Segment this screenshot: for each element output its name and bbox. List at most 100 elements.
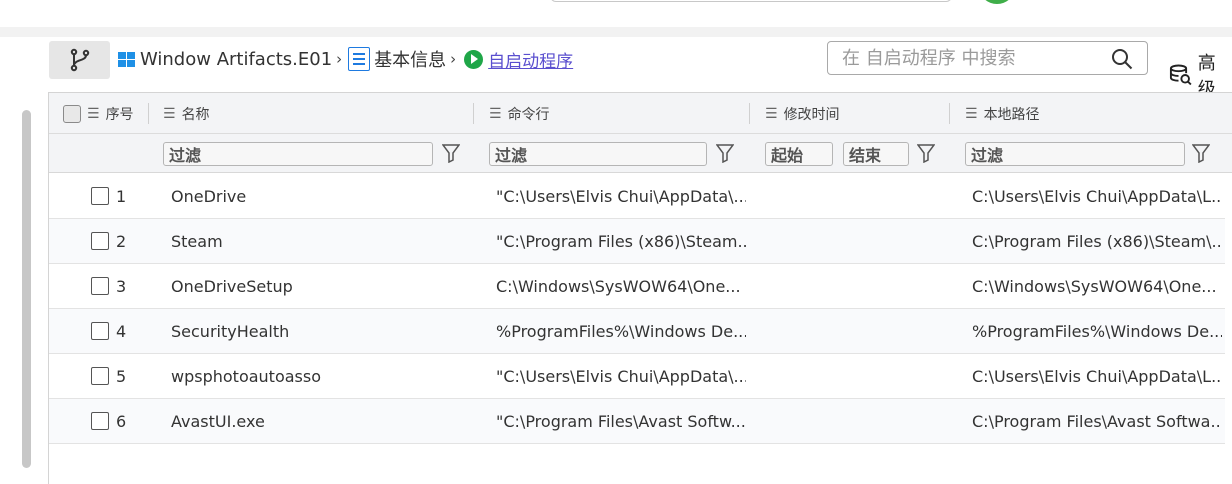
search-input[interactable] — [828, 47, 1098, 69]
row-mtime — [765, 354, 945, 398]
breadcrumb: Window Artifacts.E01 › 基本信息 › 自启动程序 — [118, 46, 573, 72]
divider-strip — [0, 27, 1232, 37]
row-checkbox[interactable] — [91, 412, 109, 430]
table-row[interactable]: 6 AvastUI.exe "C:\Program Files\Avast So… — [49, 399, 1225, 444]
row-index-label: 5 — [116, 366, 127, 386]
row-path: %ProgramFiles%\Windows De... — [972, 321, 1222, 341]
row-index-label: 2 — [116, 231, 127, 251]
breadcrumb-section[interactable]: 基本信息 — [374, 46, 446, 72]
column-menu-icon[interactable]: ☰ — [965, 106, 978, 122]
filter-funnel-icon[interactable] — [442, 143, 460, 163]
filter-cmd-input[interactable]: 过滤 — [489, 142, 707, 166]
row-index[interactable]: 3 — [91, 264, 151, 308]
row-index[interactable]: 5 — [91, 354, 151, 398]
row-path: C:\Users\Elvis Chui\AppData\L... — [972, 366, 1222, 386]
branch-toggle-button[interactable] — [49, 41, 110, 79]
select-all-checkbox[interactable] — [63, 104, 81, 123]
row-index[interactable]: 6 — [91, 399, 151, 443]
search-icon[interactable] — [1111, 48, 1133, 70]
row-index[interactable]: 2 — [91, 219, 151, 263]
row-mtime — [765, 309, 945, 353]
table-header: ☰ 序号 ☰ 名称 ☰ 命令行 ☰ 修改时间 ☰ 本地路径 — [49, 93, 1232, 134]
row-cmd: "C:\Users\Elvis Chui\AppData\... — [496, 366, 746, 386]
list-doc-icon — [348, 47, 371, 71]
row-name: AvastUI.exe — [171, 411, 265, 431]
header-path[interactable]: ☰ 本地路径 — [965, 93, 1040, 134]
filter-funnel-icon[interactable] — [1192, 143, 1210, 163]
row-index-label: 6 — [116, 411, 127, 431]
row-checkbox[interactable] — [91, 277, 109, 295]
row-path: C:\Program Files (x86)\Steam\... — [972, 231, 1222, 251]
row-index-label: 3 — [116, 276, 127, 296]
column-menu-icon[interactable]: ☰ — [87, 106, 100, 122]
filter-name-input[interactable]: 过滤 — [163, 142, 433, 166]
row-mtime — [765, 174, 945, 218]
row-cmd: "C:\Users\Elvis Chui\AppData\... — [496, 186, 746, 206]
row-cmd: %ProgramFiles%\Windows De... — [496, 321, 746, 341]
top-bar — [0, 0, 1232, 27]
filter-mtime-start[interactable]: 起始 — [765, 142, 833, 166]
column-menu-icon[interactable]: ☰ — [765, 106, 778, 122]
filter-funnel-icon[interactable] — [716, 143, 734, 163]
row-mtime — [765, 264, 945, 308]
row-index-label: 4 — [116, 321, 127, 341]
row-name: wpsphotoautoasso — [171, 366, 321, 386]
row-checkbox[interactable] — [91, 232, 109, 250]
table-row[interactable]: 1 OneDrive "C:\Users\Elvis Chui\AppData\… — [49, 174, 1225, 219]
header-mtime-label: 修改时间 — [783, 106, 840, 123]
branch-icon — [70, 48, 89, 72]
header-cmd[interactable]: ☰ 命令行 — [489, 93, 550, 134]
breadcrumb-source[interactable]: Window Artifacts.E01 — [140, 49, 332, 70]
row-checkbox[interactable] — [91, 367, 109, 385]
header-name[interactable]: ☰ 名称 — [163, 93, 210, 134]
row-index-label: 1 — [116, 186, 127, 206]
windows-icon — [118, 51, 135, 67]
header-index-label: 序号 — [105, 106, 134, 123]
row-mtime — [765, 399, 945, 443]
column-menu-icon[interactable]: ☰ — [163, 106, 176, 122]
column-menu-icon[interactable]: ☰ — [489, 106, 502, 122]
breadcrumb-current[interactable]: 自启动程序 — [488, 47, 573, 72]
row-cmd: C:\Windows\SysWOW64\One... — [496, 276, 741, 296]
filter-mtime-end[interactable]: 结束 — [843, 142, 909, 166]
row-name: SecurityHealth — [171, 321, 290, 341]
row-name: Steam — [171, 231, 223, 251]
table-row[interactable]: 5 wpsphotoautoasso "C:\Users\Elvis Chui\… — [49, 354, 1225, 399]
row-index[interactable]: 1 — [91, 174, 151, 218]
header-mtime[interactable]: ☰ 修改时间 — [765, 93, 840, 134]
row-path: C:\Windows\SysWOW64\One... — [972, 276, 1217, 296]
table-row[interactable]: 2 Steam "C:\Program Files (x86)\Steam...… — [49, 219, 1225, 264]
toolbar: Window Artifacts.E01 › 基本信息 › 自启动程序 高级 — [34, 37, 1232, 100]
database-search-icon — [1169, 64, 1192, 86]
header-cmd-label: 命令行 — [507, 106, 550, 123]
row-path: C:\Program Files\Avast Softwa... — [972, 411, 1222, 431]
row-name: OneDrive — [171, 186, 247, 206]
data-grid: ☰ 序号 ☰ 名称 ☰ 命令行 ☰ 修改时间 ☰ 本地路径 过滤 过滤 起始 结… — [48, 92, 1232, 484]
status-indicator — [980, 0, 1014, 4]
row-mtime — [765, 219, 945, 263]
column-divider[interactable] — [749, 103, 750, 124]
header-index[interactable]: ☰ 序号 — [63, 93, 134, 134]
row-index[interactable]: 4 — [91, 309, 151, 353]
row-path: C:\Users\Elvis Chui\AppData\L... — [972, 186, 1222, 206]
row-name: OneDriveSetup — [171, 276, 293, 296]
play-icon — [464, 49, 484, 69]
row-cmd: "C:\Program Files\Avast Softw... — [496, 411, 746, 431]
search-box[interactable] — [827, 41, 1148, 75]
column-divider[interactable] — [949, 103, 950, 124]
breadcrumb-separator: › — [450, 50, 457, 68]
table-row[interactable]: 4 SecurityHealth %ProgramFiles%\Windows … — [49, 309, 1225, 354]
filter-row: 过滤 过滤 起始 结束 过滤 — [49, 134, 1232, 173]
filter-funnel-icon[interactable] — [917, 143, 935, 163]
breadcrumb-separator: › — [336, 50, 343, 68]
row-cmd: "C:\Program Files (x86)\Steam... — [496, 231, 746, 251]
column-divider[interactable] — [473, 103, 474, 124]
row-checkbox[interactable] — [91, 322, 109, 340]
header-path-label: 本地路径 — [983, 106, 1040, 123]
filter-path-input[interactable]: 过滤 — [965, 142, 1185, 166]
vertical-scrollbar[interactable] — [22, 110, 31, 468]
row-checkbox[interactable] — [91, 187, 109, 205]
column-divider[interactable] — [148, 103, 149, 124]
table-row[interactable]: 3 OneDriveSetup C:\Windows\SysWOW64\One.… — [49, 264, 1225, 309]
top-search-field-edge[interactable] — [550, 0, 952, 2]
